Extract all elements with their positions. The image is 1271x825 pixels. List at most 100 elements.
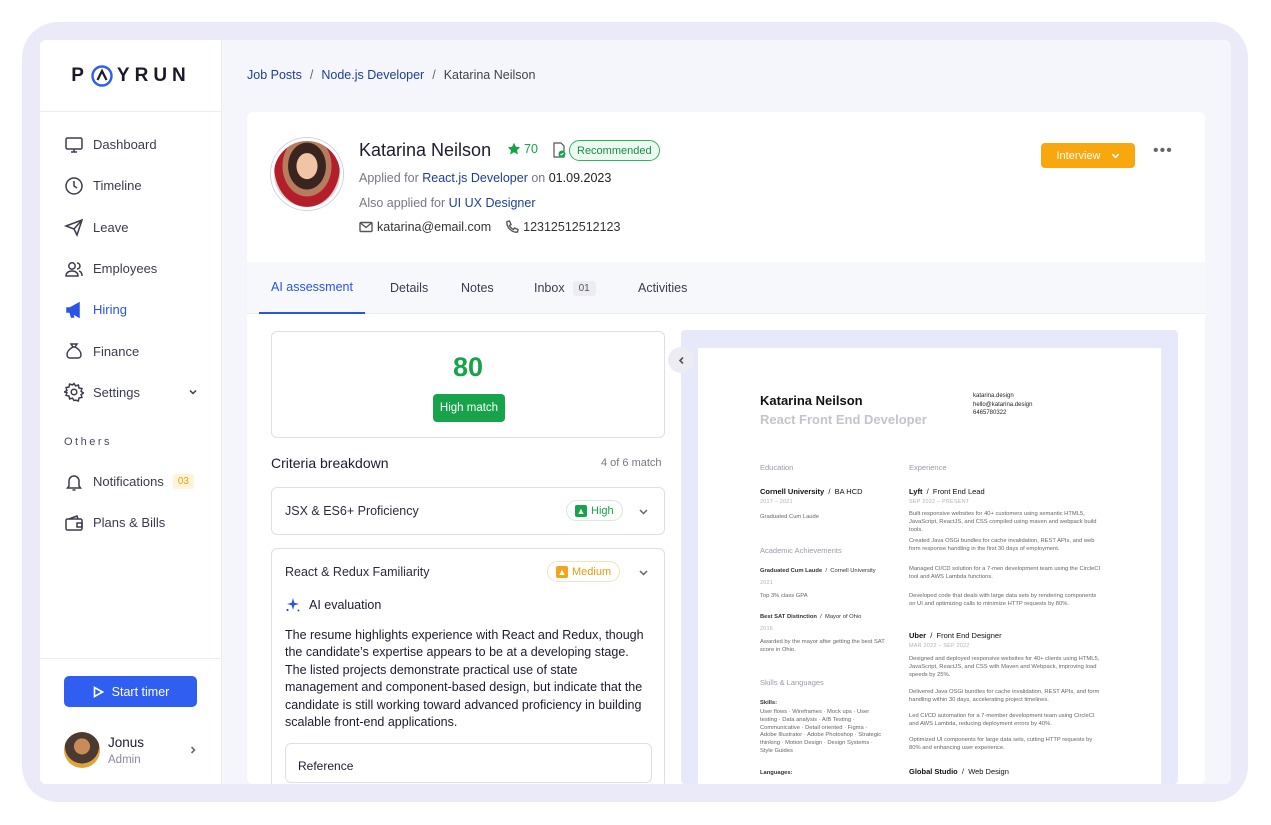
resume-job-1-bullet: Developed code that deals with large dat…: [909, 593, 1097, 607]
criteria-count: 4 of 6 match: [601, 457, 662, 469]
breadcrumb-current: Katarina Neilson: [443, 68, 536, 82]
resume-name: Katarina Neilson: [760, 393, 863, 408]
sidebar-item-label: Employees: [93, 261, 158, 277]
sidebar-item-finance[interactable]: Finance: [40, 330, 222, 371]
reference-label: Reference: [298, 759, 354, 773]
others-section-label: Others: [64, 436, 113, 448]
app-window: P YRUN Dashboard Timeline Leave Employee…: [40, 40, 1231, 784]
match-badge: High match: [433, 394, 505, 422]
resume-job-1-bullet: Created Java OSGi bundles for cache inva…: [909, 538, 1095, 552]
resume-website: katarina.design: [973, 393, 1014, 399]
mail-icon: [359, 221, 373, 233]
recommended-badge: Recommended: [569, 140, 660, 161]
sidebar-item-hiring[interactable]: Hiring: [40, 289, 222, 330]
chevron-down-icon[interactable]: [638, 506, 649, 517]
candidate-phone[interactable]: 12312512512123: [523, 220, 620, 234]
ai-evaluation-text: The resume highlights experience with Re…: [285, 628, 644, 730]
status-dropdown-button[interactable]: Interview: [1041, 143, 1135, 168]
tab-activities[interactable]: Activities: [638, 262, 687, 314]
candidate-name: Katarina Neilson: [359, 140, 492, 160]
sidebar-item-notifications[interactable]: Notifications 03: [40, 461, 222, 502]
chevron-down-icon[interactable]: [638, 567, 649, 578]
logo[interactable]: P YRUN: [40, 40, 222, 112]
criteria-label: JSX & ES6+ Proficiency: [285, 504, 419, 518]
resume-school-dates: 2017 – 2021: [760, 499, 793, 505]
applied-role-link[interactable]: React.js Developer: [422, 171, 528, 185]
applied-date: 01.09.2023: [548, 171, 612, 185]
breadcrumb-job-title[interactable]: Node.js Developer: [321, 68, 424, 82]
sidebar-item-dashboard[interactable]: Dashboard: [40, 124, 222, 165]
sidebar-item-label: Settings: [93, 384, 140, 400]
criteria-title: Criteria breakdown: [271, 455, 389, 471]
applied-prefix: Applied for: [359, 171, 419, 185]
user-role: Admin: [108, 753, 141, 766]
sidebar-item-settings[interactable]: Settings: [40, 372, 222, 413]
logo-mark-icon: [91, 64, 113, 87]
breadcrumb-job-posts[interactable]: Job Posts: [247, 68, 302, 82]
resume-achievement-1: Graduated Cum Laude / Cornell University: [760, 568, 876, 574]
candidate-email[interactable]: katarina@email.com: [377, 220, 491, 234]
also-applied-role-link[interactable]: UI UX Designer: [449, 196, 536, 210]
sidebar-item-plans-bills[interactable]: Plans & Bills: [40, 502, 222, 543]
tab-ai-assessment[interactable]: AI assessment: [259, 262, 365, 314]
money-bag-icon: [66, 343, 82, 359]
chevron-right-icon: [190, 746, 196, 754]
resume-skills-text: User flows · Wireframes · Mock ups · Use…: [760, 709, 882, 754]
ai-evaluation-heading: AI evaluation: [285, 597, 381, 613]
also-applied-prefix: Also applied for: [359, 196, 446, 210]
breadcrumb: Job Posts / Node.js Developer / Katarina…: [247, 68, 535, 82]
resume-achievement-2-year: 2016: [760, 626, 774, 632]
collapse-panel-button[interactable]: [668, 347, 694, 373]
sidebar-item-label: Finance: [93, 343, 140, 359]
more-options-icon[interactable]: •••: [1153, 143, 1175, 162]
play-icon: [93, 685, 104, 698]
contact-row: katarina@email.com 12312512512123: [359, 220, 620, 234]
resume-experience-title: Experience: [909, 463, 947, 472]
resume-role: React Front End Developer: [760, 412, 927, 427]
resume-school: Cornell University / BA HCD: [760, 487, 863, 496]
notification-count-badge: 03: [172, 474, 194, 490]
applied-on-label: on: [531, 171, 546, 185]
document-check-icon: [553, 142, 566, 158]
criteria-item-expanded: React & Redux Familiarity ▲ Medium AI ev…: [271, 548, 665, 784]
resume-document[interactable]: Katarina Neilson React Front End Develop…: [698, 348, 1161, 784]
sidebar-footer: Start timer Jonus Admin: [40, 658, 222, 768]
sidebar-item-leave[interactable]: Leave: [40, 207, 222, 248]
phone-icon: [506, 220, 519, 233]
resume-education-title: Education: [760, 463, 794, 472]
resume-skills-label: Skills:: [760, 700, 778, 706]
user-menu[interactable]: Jonus Admin: [64, 728, 198, 772]
sidebar-item-employees[interactable]: Employees: [40, 248, 222, 289]
chevron-left-icon: [678, 356, 684, 364]
gear-icon: [64, 382, 84, 403]
reference-panel[interactable]: Reference: [285, 743, 652, 783]
start-timer-button[interactable]: Start timer: [64, 676, 197, 707]
level-badge-high: ▲ High: [566, 500, 623, 521]
criteria-label: React & Redux Familiarity: [285, 565, 430, 579]
sidebar-item-timeline[interactable]: Timeline: [40, 165, 222, 206]
resume-achievement-2-note: Awarded by the mayor after getting the b…: [760, 639, 885, 653]
tab-label: Activities: [638, 281, 688, 295]
resume-email: hello@katarina.design: [973, 401, 1033, 408]
resume-contact: katarina.design hello@katarina.design 64…: [973, 392, 1032, 418]
resume-phone: 6465780322: [973, 410, 1007, 416]
tab-details[interactable]: Details: [390, 262, 428, 314]
criteria-item[interactable]: JSX & ES6+ Proficiency ▲ High: [271, 487, 665, 535]
sidebar-item-label: Leave: [93, 219, 129, 235]
ai-score: 80: [452, 352, 484, 382]
resume-school-note: Graduated Cum Laude: [760, 514, 819, 520]
tab-label: Inbox: [534, 281, 565, 295]
wallet-icon: [65, 514, 83, 531]
level-medium-icon: ▲: [556, 565, 568, 578]
breadcrumb-separator: /: [309, 68, 314, 82]
status-label: Interview: [1056, 149, 1101, 162]
logo-letter-p: P: [71, 64, 89, 86]
tab-label: AI assessment: [271, 280, 353, 294]
tab-notes[interactable]: Notes: [461, 262, 494, 314]
resume-achievement-1-year: 2021: [760, 580, 774, 586]
resume-skills-title: Skills & Languages: [760, 678, 824, 687]
start-timer-label: Start timer: [111, 684, 170, 699]
tab-inbox[interactable]: Inbox 01: [534, 262, 596, 314]
level-label: Medium: [572, 565, 612, 578]
candidate-card: Katarina Neilson 70 Recommended Applied …: [247, 112, 1205, 784]
